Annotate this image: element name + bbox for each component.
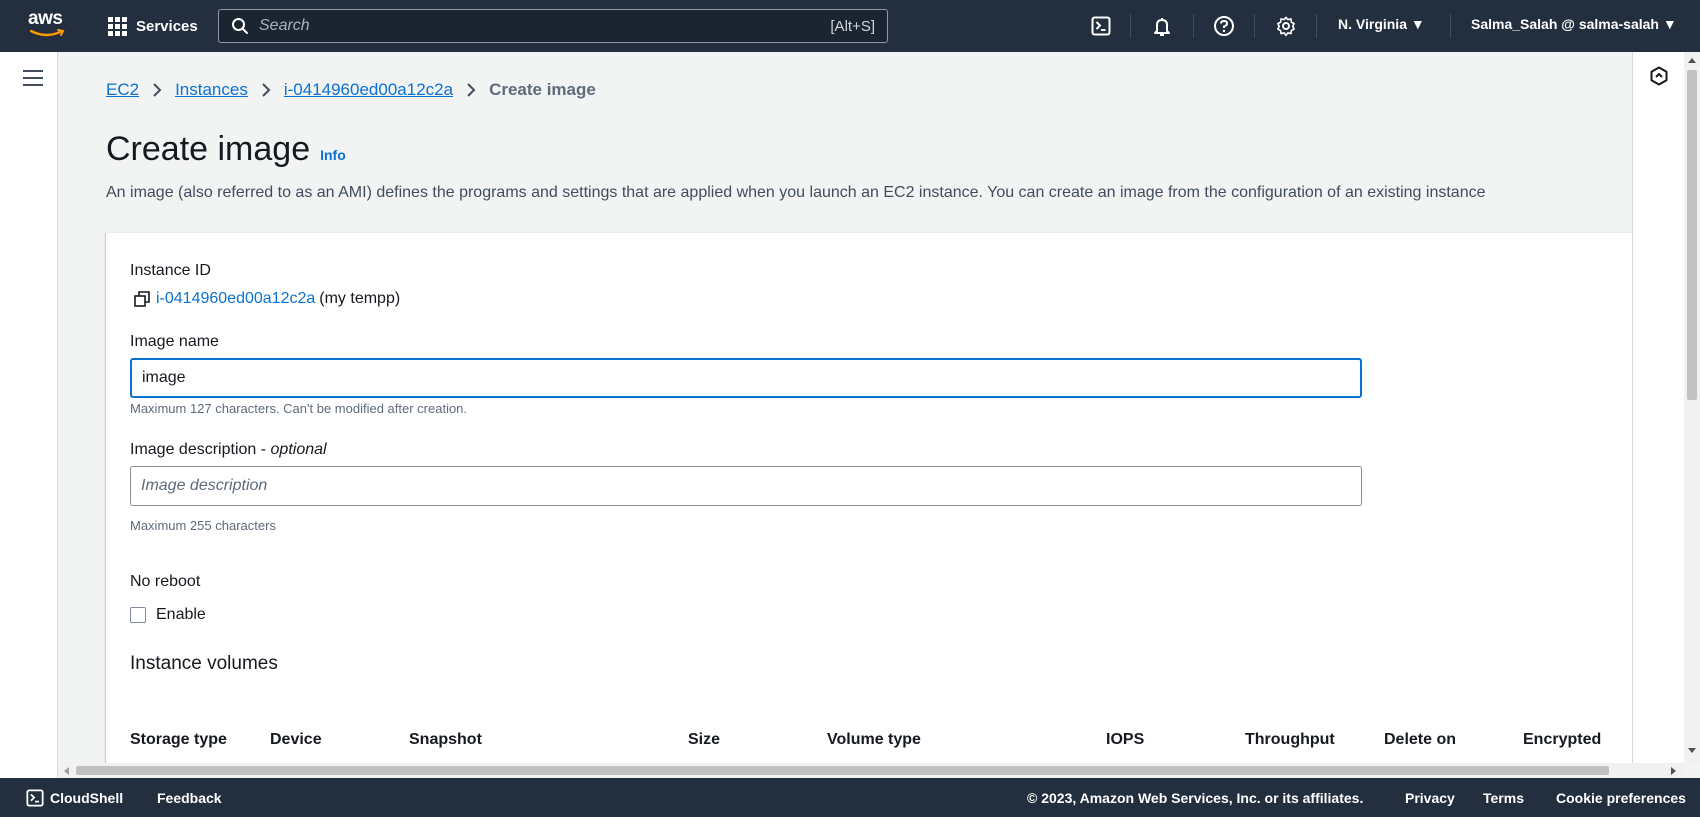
column-header: Delete on	[1384, 731, 1457, 748]
services-menu-button[interactable]: Services	[108, 14, 198, 38]
page-title: Create image	[106, 130, 311, 168]
hexagon-info-icon	[1650, 66, 1668, 86]
image-name-label: Image name	[130, 333, 219, 350]
cloudshell-icon	[1091, 16, 1111, 36]
cloudshell-icon	[26, 789, 44, 807]
column-header: Snapshot	[409, 731, 482, 748]
scroll-right-arrow[interactable]	[1671, 767, 1676, 775]
copy-icon[interactable]	[134, 291, 150, 307]
cloudshell-label: CloudShell	[50, 790, 124, 806]
search-bar[interactable]: [Alt+S]	[218, 9, 888, 43]
instance-id-row: i-0414960ed00a12c2a (my tempp)	[134, 290, 400, 308]
image-description-hint: Maximum 255 characters	[130, 518, 276, 533]
column-header: Size	[688, 731, 721, 748]
nav-divider	[1450, 14, 1451, 38]
scroll-left-arrow[interactable]	[64, 767, 69, 775]
search-input[interactable]	[259, 17, 831, 35]
left-navigation-rail	[0, 52, 58, 778]
cloudshell-button[interactable]	[1089, 14, 1113, 38]
page-description: An image (also referred to as an AMI) de…	[106, 184, 1486, 201]
help-icon	[1214, 16, 1234, 36]
footer: CloudShell Feedback © 2023, Amazon Web S…	[0, 778, 1700, 817]
instance-name-tag: (my tempp)	[319, 290, 401, 307]
info-link[interactable]: Info	[320, 147, 346, 163]
region-selector[interactable]: N. Virginia ▼	[1338, 16, 1425, 32]
column-header: Device	[270, 731, 322, 748]
account-menu[interactable]: Salma_Salah @ salma-salah ▼	[1471, 16, 1677, 32]
no-reboot-label: No reboot	[130, 573, 201, 590]
footer-feedback-link[interactable]: Feedback	[157, 790, 222, 806]
column-header: Volume type	[827, 731, 921, 748]
settings-button[interactable]	[1274, 14, 1298, 38]
aws-logo[interactable]: aws	[28, 8, 68, 42]
aws-smile-icon	[30, 29, 65, 37]
search-icon	[232, 18, 248, 34]
nav-divider	[1316, 14, 1317, 38]
grid-icon	[108, 16, 127, 36]
footer-copyright: © 2023, Amazon Web Services, Inc. or its…	[1027, 790, 1364, 806]
column-header: IOPS	[1106, 731, 1145, 748]
chevron-right-icon	[152, 83, 162, 97]
breadcrumb-instance-id[interactable]: i-0414960ed00a12c2a	[284, 80, 453, 100]
image-name-input[interactable]	[130, 358, 1362, 398]
column-header: Throughput	[1245, 731, 1335, 748]
help-button[interactable]	[1212, 14, 1236, 38]
hamburger-menu-icon[interactable]	[23, 70, 43, 86]
bell-icon	[1154, 18, 1170, 36]
nav-divider	[1254, 14, 1255, 38]
checkbox-box[interactable]	[130, 607, 146, 623]
image-name-hint: Maximum 127 characters. Can't be modifie…	[130, 401, 468, 416]
horizontal-scrollbar[interactable]	[58, 763, 1684, 778]
right-tools-rail	[1632, 52, 1684, 763]
breadcrumb-instances[interactable]: Instances	[175, 80, 248, 100]
vertical-scrollbar[interactable]	[1684, 52, 1700, 763]
chevron-right-icon	[466, 83, 476, 97]
gear-icon	[1277, 16, 1295, 37]
scroll-down-arrow[interactable]	[1688, 748, 1696, 753]
instance-id-link[interactable]: i-0414960ed00a12c2a	[156, 290, 315, 308]
footer-cloudshell-button[interactable]: CloudShell	[26, 789, 124, 807]
scrollbar-thumb[interactable]	[76, 766, 1609, 775]
chevron-right-icon	[261, 83, 271, 97]
footer-privacy-link[interactable]: Privacy	[1405, 790, 1455, 806]
instance-id-label: Instance ID	[130, 262, 211, 279]
search-shortcut: [Alt+S]	[830, 17, 875, 35]
column-header: Encrypted	[1523, 731, 1602, 748]
notifications-button[interactable]	[1150, 14, 1174, 38]
volumes-table-header: Storage type Device Snapshot Size Volume…	[130, 731, 1610, 755]
optional-label: optional	[270, 441, 327, 458]
image-description-input[interactable]	[130, 466, 1362, 506]
footer-cookie-preferences-link[interactable]: Cookie preferences	[1556, 790, 1686, 806]
page-header: Create image Info	[106, 130, 346, 169]
column-header: Storage type	[130, 731, 227, 748]
nav-divider	[1130, 14, 1131, 38]
image-description-label-text: Image description -	[130, 441, 271, 458]
services-label: Services	[136, 17, 198, 35]
tools-panel-button[interactable]	[1649, 66, 1669, 91]
main-content: EC2 Instances i-0414960ed00a12c2a Create…	[58, 52, 1632, 763]
create-image-form-panel: Instance ID i-0414960ed00a12c2a (my temp…	[106, 232, 1632, 763]
enable-label: Enable	[156, 606, 206, 623]
image-description-label: Image description - optional	[130, 441, 327, 459]
breadcrumb-current: Create image	[489, 80, 596, 99]
nav-divider	[1193, 14, 1194, 38]
top-navigation: aws Services [Alt+S]	[0, 0, 1700, 52]
no-reboot-enable-checkbox[interactable]: Enable	[130, 606, 206, 624]
aws-logo-text: aws	[28, 8, 63, 29]
breadcrumb-ec2[interactable]: EC2	[106, 80, 139, 100]
footer-terms-link[interactable]: Terms	[1483, 790, 1524, 806]
instance-volumes-title: Instance volumes	[130, 653, 278, 674]
scroll-up-arrow[interactable]	[1688, 58, 1696, 63]
breadcrumb: EC2 Instances i-0414960ed00a12c2a Create…	[106, 80, 596, 100]
scrollbar-thumb[interactable]	[1687, 70, 1697, 400]
